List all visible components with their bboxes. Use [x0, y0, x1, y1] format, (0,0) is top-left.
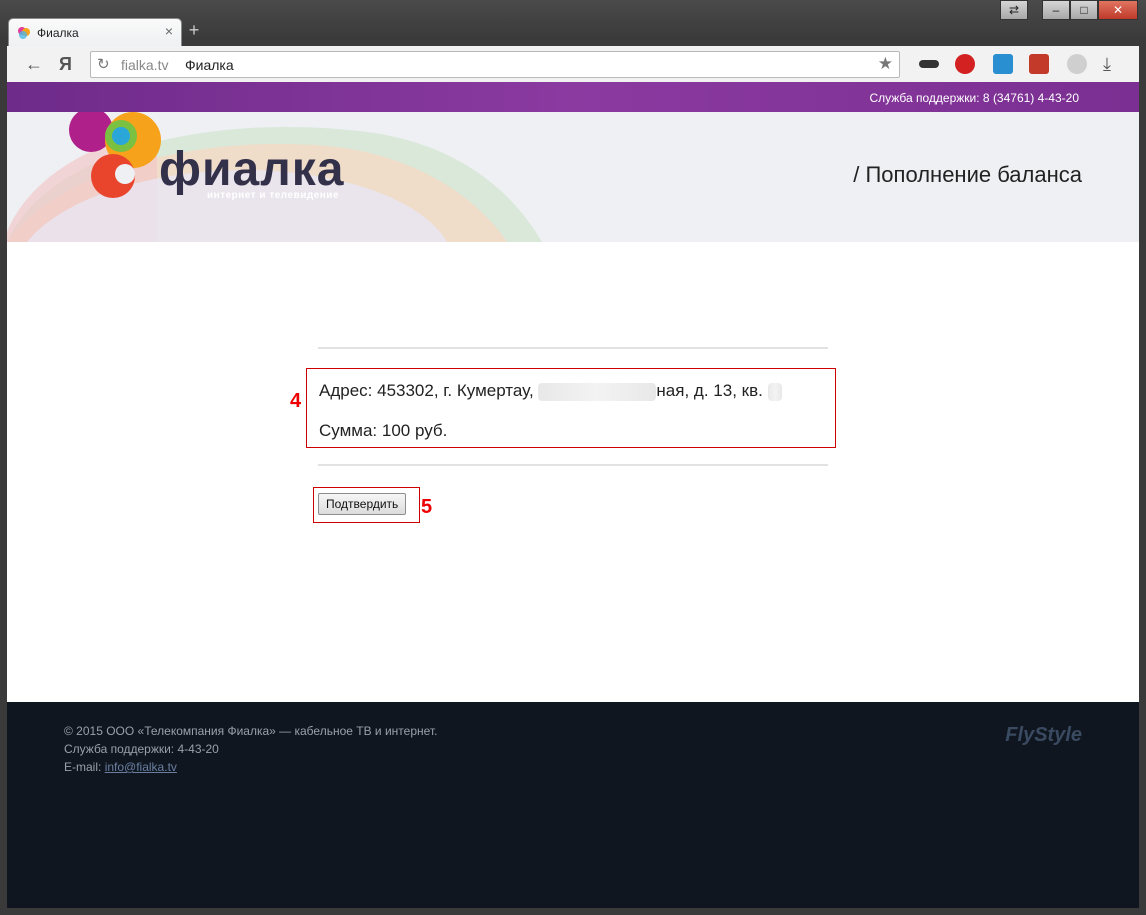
adblock-extension-icon[interactable] [955, 54, 975, 74]
maximize-button[interactable]: □ [1070, 0, 1098, 20]
reload-icon[interactable]: ↻ [97, 55, 110, 73]
site-top-bar: Служба поддержки: 8 (34761) 4-43-20 [7, 82, 1139, 112]
extension-icon[interactable] [993, 54, 1013, 74]
support-phone: Служба поддержки: 8 (34761) 4-43-20 [869, 91, 1079, 105]
divider [318, 464, 828, 466]
browser-window: Фиалка × + ⇄ – □ ✕ ← Я ↻ fialka.tv Фиалк… [0, 0, 1146, 915]
address-line: Адрес: 453302, г. Кумертау, ная, д. 13, … [319, 381, 782, 401]
confirm-button-highlight: Подтвердить [313, 487, 420, 523]
pdf-extension-icon[interactable] [1029, 54, 1049, 74]
minimize-button[interactable]: – [1042, 0, 1070, 20]
footer-email-link[interactable]: info@fialka.tv [105, 760, 177, 774]
redacted-apartment [767, 382, 782, 401]
logo-tagline: интернет и телевидение [207, 190, 340, 201]
switch-window-icon[interactable]: ⇄ [1000, 0, 1028, 20]
paw-extension-icon[interactable] [1067, 54, 1087, 74]
bookmark-star-icon[interactable]: ★ [878, 54, 893, 74]
address-bar[interactable]: ↻ fialka.tv Фиалка ★ [90, 51, 900, 78]
browser-toolbar: ← Я ↻ fialka.tv Фиалка ★ ⤓ [7, 46, 1139, 83]
footer-email-label: E-mail: [64, 760, 102, 774]
logo-wordmark: фиалка [159, 143, 345, 196]
annotation-marker-4: 4 [290, 390, 302, 412]
close-window-button[interactable]: ✕ [1098, 0, 1138, 20]
redacted-street [538, 382, 657, 401]
web-page: Служба поддержки: 8 (34761) 4-43-20 фиал… [7, 82, 1139, 908]
favicon-icon [18, 27, 30, 39]
url-domain: fialka.tv [121, 57, 169, 73]
new-tab-button[interactable]: + [184, 20, 204, 40]
browser-tab[interactable]: Фиалка × [8, 18, 182, 47]
order-details-box: Адрес: 453302, г. Кумертау, ная, д. 13, … [306, 368, 836, 448]
divider [318, 347, 828, 349]
back-arrow-icon[interactable]: ← [25, 54, 43, 74]
flystyle-logo[interactable]: FlyStyle [1005, 724, 1082, 747]
fialka-logo-icon [69, 112, 161, 198]
yandex-icon[interactable]: Я [59, 54, 72, 74]
footer-copyright: © 2015 ООО «Телекомпания Фиалка» — кабел… [64, 724, 438, 738]
main-content: 4 Адрес: 453302, г. Кумертау, ная, д. 13… [7, 242, 1139, 702]
address-prefix: Адрес: 453302, г. Кумертау, [319, 381, 534, 400]
close-tab-icon[interactable]: × [165, 23, 173, 39]
url-page-title: Фиалка [185, 57, 234, 73]
confirm-button[interactable]: Подтвердить [318, 493, 407, 515]
download-icon[interactable]: ⤓ [1103, 54, 1111, 74]
annotation-marker-5: 5 [421, 496, 433, 518]
address-suffix: ная, д. 13, кв. [656, 381, 763, 400]
footer-support: Служба поддержки: 4-43-20 [64, 742, 219, 756]
site-header: фиалка интернет и телевидение / Пополнен… [7, 112, 1139, 242]
window-controls: ⇄ – □ ✕ [1000, 0, 1138, 20]
footer-email-line: E-mail: info@fialka.tv [64, 760, 177, 774]
tab-title: Фиалка [37, 26, 79, 40]
incognito-extension-icon[interactable] [919, 60, 939, 68]
site-footer: © 2015 ООО «Телекомпания Фиалка» — кабел… [7, 702, 1139, 908]
page-title: / Пополнение баланса [853, 162, 1082, 187]
payment-sum: Сумма: 100 руб. [319, 421, 448, 440]
tab-strip: Фиалка × + ⇄ – □ ✕ [0, 0, 1146, 47]
